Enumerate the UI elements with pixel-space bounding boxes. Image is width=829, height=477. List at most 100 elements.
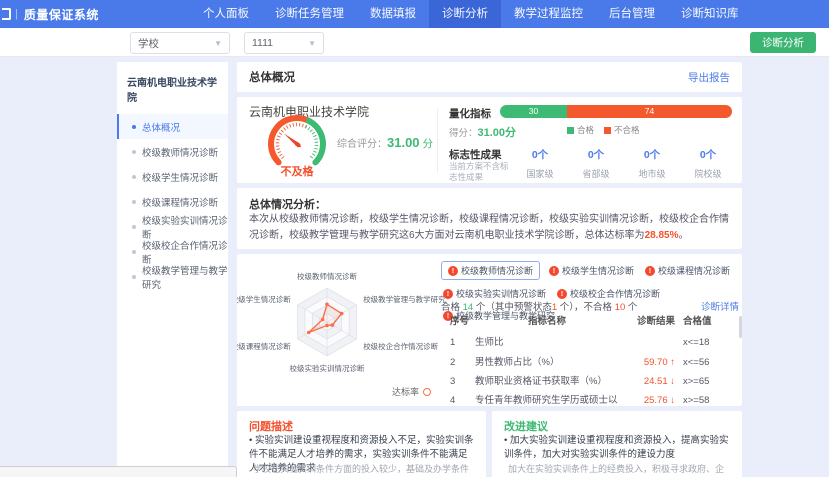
fail-count: 10 — [615, 302, 626, 313]
bullet-icon — [132, 225, 136, 229]
sidebar-item-校级学生情况诊断[interactable]: 校级学生情况诊断 — [117, 164, 228, 189]
radar-data-point — [307, 331, 311, 335]
nav-item-个人面板[interactable]: 个人面板 — [190, 0, 262, 28]
cell-index: 4 — [441, 395, 475, 405]
achievements-stats: 0个国家级0个省部级0个地市级0个院校级 — [515, 147, 733, 180]
legend-item: 合格 — [567, 124, 594, 136]
diagnosis-tag-label: 校级学生情况诊断 — [562, 264, 634, 277]
top-nav: | 质量保证系统 个人面板诊断任务管理数据填报诊断分析教学过程监控后台管理诊断知… — [0, 0, 829, 28]
diagnose-analyze-button[interactable]: 诊断分析 — [750, 32, 816, 53]
sidebar-item-校级实验实训情况诊断[interactable]: 校级实验实训情况诊断 — [117, 214, 228, 239]
gauge-verdict: 不及格 — [262, 163, 332, 179]
table-header-row: 序号指标名称诊断结果合格值 — [441, 314, 739, 333]
bullet-icon — [132, 275, 136, 279]
achievement-stat: 0个省部级 — [571, 147, 621, 180]
diagnosis-tag-校级教师情况诊断[interactable]: !校级教师情况诊断 — [441, 261, 540, 280]
table-row[interactable]: 3教师职业资格证书获取率（%）24.51 ↓x>=65 — [441, 372, 739, 391]
table-header-cell: 合格值 — [683, 316, 733, 328]
cell-standard: x<=56 — [683, 357, 733, 369]
legend-swatch-icon — [567, 127, 574, 134]
diagnosis-tag-校级课程情况诊断[interactable]: !校级课程情况诊断 — [643, 261, 732, 280]
achievement-stat: 0个国家级 — [515, 147, 565, 180]
achievements-note: 当前方案不含标志性成果 — [449, 161, 513, 184]
section-header-card: 总体概况 导出报告 — [237, 62, 742, 92]
problem-title: 问题描述 — [249, 418, 293, 434]
achievement-stat: 0个地市级 — [627, 147, 677, 180]
analysis-title: 总体情况分析： — [249, 196, 326, 212]
sidebar-item-label: 校级教学管理与教学研究 — [142, 263, 228, 291]
sidebar-school-title: 云南机电职业技术学院 — [117, 62, 228, 114]
warning-icon: ! — [557, 289, 567, 299]
school-type-select[interactable]: 学校 ▼ — [130, 32, 230, 54]
cell-index: 1 — [441, 337, 475, 349]
compliance-rate-value: 28.85% — [645, 230, 679, 241]
radar-data-point — [331, 323, 335, 327]
nav-item-后台管理[interactable]: 后台管理 — [596, 0, 668, 28]
sidebar-item-校级教学管理与教学研究[interactable]: 校级教学管理与教学研究 — [117, 264, 228, 289]
radar-axis-label: 校级校企合作情况诊断 — [363, 341, 438, 351]
cell-indicator-name: 男性教师占比（%） — [475, 357, 625, 369]
suggestion-title: 改进建议 — [504, 418, 548, 434]
nav-item-教学过程监控[interactable]: 教学过程监控 — [501, 0, 596, 28]
chevron-down-icon: ▼ — [214, 39, 222, 48]
achievement-count: 0个 — [571, 147, 621, 162]
overall-score: 综合评分：31.00 分 — [337, 135, 433, 151]
warning-icon: ! — [443, 289, 453, 299]
overall-score-unit: 分 — [420, 138, 433, 150]
warning-icon: ! — [448, 266, 458, 276]
diagnosis-tag-校级学生情况诊断[interactable]: !校级学生情况诊断 — [547, 261, 636, 280]
analysis-text: 本次从校级教师情况诊断，校级学生情况诊断，校级课程情况诊断，校级实验实训情况诊断… — [249, 212, 730, 243]
suggestion-detail: 加大在实验实训条件上的经费投入，积极寻求政府、企业的支持，竭力提升基础办学条件质… — [508, 463, 732, 477]
achievements-title: 标志性成果 — [449, 147, 502, 162]
bullet-icon — [132, 200, 136, 204]
radar-data-point — [321, 318, 325, 322]
nav-item-诊断知识库[interactable]: 诊断知识库 — [668, 0, 752, 28]
cell-result — [625, 337, 683, 349]
vertical-divider — [437, 109, 438, 173]
bullet-icon — [132, 150, 136, 154]
radar-axis-label: 校级教学管理与教学研究 — [363, 294, 446, 304]
sidebar-item-label: 校级教师情况诊断 — [142, 145, 218, 159]
analysis-card: 总体情况分析： 本次从校级教师情况诊断，校级学生情况诊断，校级课程情况诊断，校级… — [237, 188, 742, 249]
app-title: 质量保证系统 — [24, 6, 99, 23]
table-row[interactable]: 1生师比x<=18 — [441, 333, 739, 352]
sidebar-item-总体概况[interactable]: 总体概况 — [117, 114, 228, 139]
bar-segment-不合格: 74 — [567, 105, 732, 118]
sidebar-item-校级校企合作情况诊断[interactable]: 校级校企合作情况诊断 — [117, 239, 228, 264]
nav-item-诊断任务管理[interactable]: 诊断任务管理 — [262, 0, 357, 28]
analysis-text-suffix: 。 — [678, 230, 688, 241]
problem-card: 问题描述 实验实训建设重视程度和资源投入不足，实验实训条件不能满足人才培养的需求… — [237, 411, 486, 477]
diagnosis-detail-link[interactable]: 诊断详情 — [701, 299, 739, 313]
suggestion-bullet: 加大实验实训建设重视程度和资源投入，提高实验实训条件，加大对实验实训条件的建设力… — [504, 434, 732, 462]
sidebar-menu: 总体概况校级教师情况诊断校级学生情况诊断校级课程情况诊断校级实验实训情况诊断校级… — [117, 114, 228, 289]
export-report-link[interactable]: 导出报告 — [688, 70, 730, 85]
diagnosis-tag-label: 校级教师情况诊断 — [461, 264, 533, 277]
legend-swatch-icon — [604, 127, 611, 134]
problem-detail: 学校在实验实训条件方面的投入较少，基础及办学条件较差，对日常教学教育的保障性较低… — [253, 463, 476, 477]
toolbar: 学校 ▼ 1111 ▼ 诊断分析 — [0, 28, 829, 57]
gauge-pass-ticks — [306, 127, 317, 158]
sidebar-item-label: 校级课程情况诊断 — [142, 195, 218, 209]
table-header-cell: 指标名称 — [475, 316, 625, 328]
screen: | 质量保证系统 个人面板诊断任务管理数据填报诊断分析教学过程监控后台管理诊断知… — [0, 0, 829, 477]
diagnosis-summary: 诊断详情 合格 14 个（其中预警状态1 个），不合格 10 个 — [441, 299, 739, 313]
sidebar-item-校级课程情况诊断[interactable]: 校级课程情况诊断 — [117, 189, 228, 214]
radar-axis-label: 校级实验实训情况诊断 — [290, 363, 365, 373]
indicator-table: 序号指标名称诊断结果合格值1生师比x<=182男性教师占比（%）59.70 ↑x… — [441, 314, 739, 405]
scheme-select-value: 1111 — [252, 37, 273, 49]
table-row[interactable]: 2男性教师占比（%）59.70 ↑x<=56 — [441, 353, 739, 372]
cell-result: 24.51 ↓ — [625, 376, 683, 388]
radar-axis-label: 校级教师情况诊断 — [297, 271, 357, 281]
radar-axis-label: 校级学生情况诊断 — [237, 294, 291, 304]
scheme-select[interactable]: 1111 ▼ — [244, 32, 324, 54]
sidebar-item-校级教师情况诊断[interactable]: 校级教师情况诊断 — [117, 139, 228, 164]
bullet-icon — [132, 175, 136, 179]
table-scrollbar[interactable] — [739, 316, 742, 338]
table-row[interactable]: 4专任青年教师研究生学历或硕士以上比例（%）25.76 ↓x>=58 — [441, 391, 739, 405]
nav-item-数据填报[interactable]: 数据填报 — [357, 0, 429, 28]
overview-card: 云南机电职业技术学院 不及格 综合评分：31.00 分 量化指标 3074 得分… — [237, 97, 742, 183]
radar-data-point — [340, 312, 344, 316]
sidebar-item-label: 总体概况 — [142, 120, 180, 134]
legend-label: 不合格 — [614, 124, 640, 136]
nav-item-诊断分析[interactable]: 诊断分析 — [429, 0, 501, 28]
